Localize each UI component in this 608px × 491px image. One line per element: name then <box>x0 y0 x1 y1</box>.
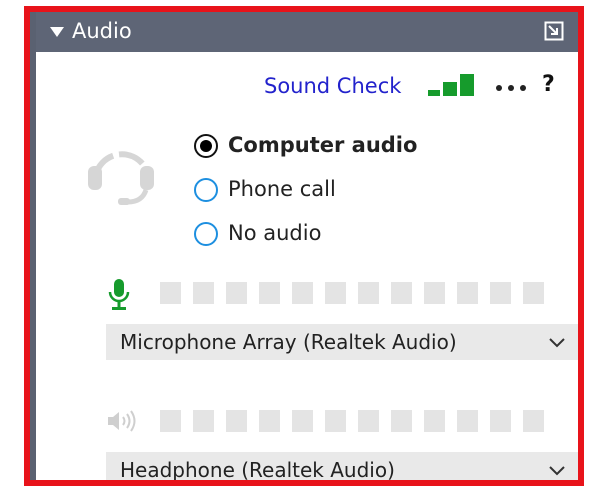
option-label: No audio <box>228 221 322 245</box>
panel-title: Audio <box>72 19 132 43</box>
microphone-device-select[interactable]: Microphone Array (Realtek Audio) <box>106 324 578 360</box>
chevron-down-icon <box>549 338 565 348</box>
more-options-icon[interactable] <box>494 72 528 96</box>
speaker-device-value: Headphone (Realtek Audio) <box>120 458 395 482</box>
option-label: Phone call <box>228 177 336 201</box>
microphone-device-value: Microphone Array (Realtek Audio) <box>120 330 457 354</box>
speaker-level-meter <box>160 410 550 432</box>
speaker-device-select[interactable]: Headphone (Realtek Audio) <box>106 452 578 482</box>
collapse-triangle-icon[interactable] <box>50 27 64 37</box>
radio-phone-call[interactable] <box>194 178 218 202</box>
popout-icon[interactable] <box>544 21 564 41</box>
sound-check-link[interactable]: Sound Check <box>264 74 401 98</box>
panel-titlebar[interactable]: Audio <box>36 12 578 52</box>
headset-icon <box>88 151 154 205</box>
option-label: Computer audio <box>228 133 418 157</box>
audio-panel-highlight-frame: Audio Sound Check ? Computer audio Phone… <box>24 6 584 486</box>
radio-computer-audio[interactable] <box>194 134 218 158</box>
chevron-down-icon <box>549 466 565 476</box>
microphone-level-meter <box>160 282 550 304</box>
audio-panel: Audio Sound Check ? Computer audio Phone… <box>30 12 578 480</box>
speaker-icon <box>108 410 136 432</box>
microphone-icon <box>108 279 130 310</box>
help-button[interactable]: ? <box>542 72 555 97</box>
signal-strength-icon <box>428 70 478 96</box>
radio-no-audio[interactable] <box>194 222 218 246</box>
